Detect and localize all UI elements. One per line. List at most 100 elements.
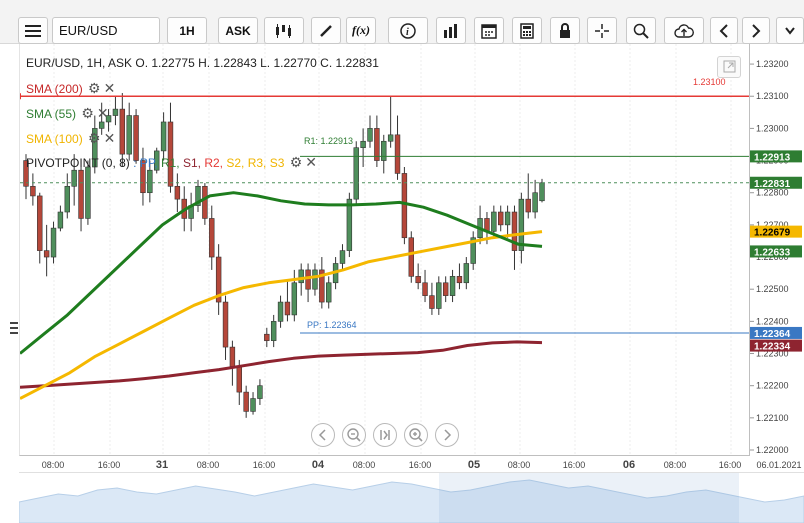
time-tick-label: 08:00 <box>197 460 220 470</box>
svg-text:i: i <box>406 27 409 38</box>
price-badge-label: 1.22334 <box>754 342 791 353</box>
scroll-left-button[interactable] <box>710 17 738 44</box>
function-button[interactable]: f(x) <box>346 17 376 44</box>
candle-body <box>236 366 242 393</box>
candle-body <box>346 198 353 251</box>
candle-body <box>160 121 167 152</box>
candle-body <box>43 250 50 258</box>
time-axis-svg: 08:00 16:00 31 08:00 16:00 04 08:00 16:00 05 08:0… <box>42 459 802 471</box>
chevron-down-icon <box>785 26 795 35</box>
navigator-overview[interactable] <box>18 472 804 523</box>
pp-value: PP: 1.22364 <box>307 320 357 330</box>
candle-body <box>85 166 91 219</box>
chart-type-button[interactable] <box>264 17 304 44</box>
time-tick-label: 08:00 <box>508 460 531 470</box>
candle-body <box>491 211 497 232</box>
time-tick-label: 08:00 <box>353 460 376 470</box>
candle-body <box>442 282 449 296</box>
pivot-s3: S3 <box>266 156 285 170</box>
pivot-r3: R3, <box>244 156 267 170</box>
zoom-in-icon <box>409 428 423 442</box>
indicator-sma55-label: SMA (55) <box>26 107 77 121</box>
indicator-sma55[interactable]: SMA (55) ⚙ ✕ <box>26 105 109 122</box>
r1-line-label: R1: 1.22913 <box>304 136 353 146</box>
gear-icon[interactable]: ⚙ <box>81 105 94 122</box>
candle-body <box>394 134 401 174</box>
scroll-forward-button[interactable] <box>435 423 459 447</box>
close-icon[interactable]: ✕ <box>97 105 109 122</box>
navigator-window <box>439 472 739 523</box>
cloud-upload-icon <box>674 23 694 38</box>
price-chart[interactable] <box>20 44 750 456</box>
price-badge-label: 1.22364 <box>754 329 791 340</box>
drag-handle-icon[interactable] <box>10 322 18 334</box>
expand-button[interactable] <box>717 56 741 78</box>
time-tick-label: 05 <box>468 459 480 471</box>
gear-icon[interactable]: ⚙ <box>88 130 101 147</box>
candle-body <box>147 169 153 194</box>
candle-body <box>264 333 270 341</box>
time-tick-label: 31 <box>156 459 168 471</box>
indicator-sma200-label: SMA (200) <box>26 82 83 96</box>
lock-button[interactable] <box>550 17 580 44</box>
price-side-button[interactable]: ASK <box>218 17 258 44</box>
zoom-in-button[interactable] <box>404 423 428 447</box>
pivot-s1: S1, <box>179 156 201 170</box>
menu-button[interactable] <box>18 17 48 44</box>
zoom-out-button[interactable] <box>342 423 366 447</box>
navigator-svg <box>18 472 804 523</box>
candle-body <box>37 195 43 251</box>
crosshair-button[interactable] <box>587 17 617 44</box>
candlestick-type-icon <box>276 23 291 38</box>
pp-line-label: PP: 1.22364 <box>307 320 357 330</box>
chart-area[interactable]: EUR/USD, 1H, ASK O. 1.22775 H. 1.22843 L… <box>19 44 750 456</box>
candle-body <box>202 185 208 219</box>
ohlc-text: EUR/USD, 1H, ASK O. 1.22775 H. 1.22843 L… <box>26 56 379 70</box>
zoom-button[interactable] <box>626 17 656 44</box>
scroll-back-button[interactable] <box>311 423 335 447</box>
timeframe-button[interactable]: 1H <box>167 17 207 44</box>
indicator-sma200[interactable]: SMA (200) ⚙ ✕ <box>26 80 115 97</box>
upload-button[interactable] <box>664 17 704 44</box>
candle-body <box>126 115 132 155</box>
reset-view-button[interactable] <box>373 423 397 447</box>
scroll-right-button[interactable] <box>742 17 770 44</box>
time-tick-label: 16:00 <box>409 460 432 470</box>
candle-body <box>360 140 366 148</box>
calculator-button[interactable] <box>512 17 542 44</box>
draw-button[interactable] <box>311 17 341 44</box>
indicator-pivotpoint[interactable]: PIVOTPOINT (0, 8) : PP, R1, S1, R2, S2, … <box>26 154 317 171</box>
info-button[interactable]: i <box>388 17 428 44</box>
gear-icon[interactable]: ⚙ <box>88 80 101 97</box>
more-button[interactable] <box>776 17 804 44</box>
time-tick-label: 06 <box>623 459 635 471</box>
price-axis-svg: 1.232001.231001.230001.229001.228001.227… <box>750 59 802 455</box>
candle-body <box>229 346 236 367</box>
candle-body <box>98 121 105 129</box>
fit-view-icon <box>380 430 390 440</box>
pivot-r2: R2, <box>200 156 223 170</box>
candle-body <box>539 182 545 202</box>
candle-body <box>64 185 70 213</box>
symbol-input[interactable]: EUR/USD <box>52 17 160 44</box>
price-axis[interactable]: 1.232001.231001.230001.229001.228001.227… <box>750 44 804 456</box>
calculator-icon <box>520 22 534 39</box>
close-icon[interactable]: ✕ <box>104 80 116 97</box>
gear-icon[interactable]: ⚙ <box>290 154 303 171</box>
candle-body <box>415 276 421 284</box>
volume-button[interactable] <box>436 17 466 44</box>
close-icon[interactable]: ✕ <box>104 130 116 147</box>
indicator-sma100[interactable]: SMA (100) ⚙ ✕ <box>26 130 115 147</box>
time-tick-label: 04 <box>312 459 325 471</box>
price-badge-label: 1.22831 <box>754 179 791 190</box>
time-axis[interactable]: 08:00 16:00 31 08:00 16:00 04 08:00 16:00 05 08:0… <box>19 456 804 472</box>
zoom-out-icon <box>347 428 361 442</box>
candle-body <box>119 108 126 155</box>
menu-icon <box>25 24 41 37</box>
time-tick-label: 16:00 <box>98 460 121 470</box>
ohlc-header: EUR/USD, 1H, ASK O. 1.22775 H. 1.22843 L… <box>26 56 379 70</box>
calendar-button[interactable] <box>474 17 504 44</box>
pivot-s2: S2, <box>223 156 245 170</box>
close-icon[interactable]: ✕ <box>305 154 317 171</box>
candle-body <box>429 295 435 309</box>
